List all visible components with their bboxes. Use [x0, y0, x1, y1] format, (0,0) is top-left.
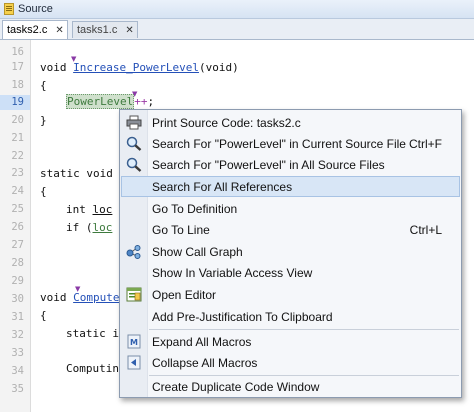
line-number: 29: [11, 275, 24, 287]
menu-item-search-all-files[interactable]: Search For "PowerLevel" in All Source Fi…: [121, 154, 460, 175]
menu-item-label: Search For "PowerLevel" in Current Sourc…: [152, 136, 406, 151]
tab-tasks2[interactable]: tasks2.c ✕: [2, 20, 68, 39]
menu-item-label: Collapse All Macros: [152, 355, 258, 370]
menu-item-label: Show In Variable Access View: [152, 265, 313, 280]
line-number: 23: [11, 167, 24, 179]
collapse-macros-icon: [127, 355, 141, 370]
line-number: 16: [11, 46, 24, 58]
window-title-bar: Source: [0, 0, 474, 19]
menu-item-shortcut: Ctrl+F: [409, 136, 442, 151]
svg-text:M: M: [130, 338, 138, 347]
menu-item-expand-all-macros[interactable]: M Expand All Macros: [121, 331, 460, 352]
window-title: Source: [18, 3, 53, 15]
function-link[interactable]: Increase_PowerLevel: [73, 61, 199, 74]
magnifier-icon: [126, 136, 142, 151]
menu-item-label: Go To Definition: [152, 201, 238, 216]
function-link[interactable]: Compute: [73, 291, 119, 304]
menu-item-shortcut: Ctrl+L: [409, 222, 442, 237]
code-line: void Increase_PowerLevel(void): [40, 61, 239, 74]
line-number: 27: [11, 239, 24, 251]
menu-item-search-current-file[interactable]: Search For "PowerLevel" in Current Sourc…: [121, 133, 460, 154]
tab-tasks1[interactable]: tasks1.c ✕: [72, 21, 138, 38]
menu-item-label: Search For "PowerLevel" in All Source Fi…: [152, 157, 385, 172]
menu-item-label: Open Editor: [152, 287, 217, 302]
tab-bar: tasks2.c ✕ tasks1.c ✕: [0, 19, 474, 40]
code-line: static i: [66, 327, 119, 340]
menu-item-show-call-graph[interactable]: Show Call Graph: [121, 241, 460, 262]
printer-icon: [126, 115, 142, 130]
menu-separator: [149, 329, 459, 330]
menu-item-label: Show Call Graph: [152, 244, 243, 259]
line-number: 34: [11, 365, 24, 377]
line-number: 30: [11, 293, 24, 305]
editor-icon: [126, 287, 142, 302]
code-line: {: [40, 309, 47, 322]
code-line: if (loc: [66, 221, 113, 234]
line-number: 17: [11, 61, 24, 73]
close-icon[interactable]: ✕: [55, 25, 63, 36]
selected-variable[interactable]: PowerLevel: [66, 94, 135, 109]
line-number: 35: [11, 383, 24, 395]
close-icon[interactable]: ✕: [125, 25, 133, 36]
code-line: int loc: [66, 203, 113, 216]
menu-item-add-pre-justification[interactable]: Add Pre-Justification To Clipboard: [121, 306, 460, 327]
line-number: 28: [11, 257, 24, 269]
menu-item-label: Search For All References: [152, 179, 293, 194]
variable-link[interactable]: loc: [93, 221, 113, 234]
code-line: Computin: [66, 362, 119, 375]
call-graph-icon: [126, 245, 141, 259]
menu-item-collapse-all-macros[interactable]: Collapse All Macros: [121, 352, 460, 373]
tab-label: tasks2.c: [7, 24, 48, 36]
line-number: 32: [11, 329, 24, 341]
line-number: 31: [11, 311, 24, 323]
magnifier-icon: [126, 157, 142, 172]
menu-item-open-editor[interactable]: Open Editor: [121, 284, 460, 305]
menu-item-print-source[interactable]: Print Source Code: tasks2.c: [121, 112, 460, 133]
menu-item-search-all-references[interactable]: Search For All References: [121, 176, 460, 197]
menu-item-label: Create Duplicate Code Window: [152, 379, 320, 394]
source-window-icon: [4, 3, 14, 15]
menu-item-label: Print Source Code: tasks2.c: [152, 115, 301, 130]
line-number: 33: [11, 347, 24, 359]
menu-item-go-to-definition[interactable]: Go To Definition: [121, 198, 460, 219]
line-number: 24: [11, 185, 24, 197]
menu-item-go-to-line[interactable]: Go To Line Ctrl+L: [121, 219, 460, 240]
code-line: {: [40, 79, 47, 92]
code-line: }: [40, 114, 47, 127]
line-number: 26: [11, 221, 24, 233]
tab-label: tasks1.c: [77, 24, 118, 36]
line-number: 21: [11, 132, 24, 144]
line-number-gutter: 16 17 18 19 20 21 22 23 24 25 26 27 28 2…: [0, 40, 31, 412]
menu-item-label: Expand All Macros: [152, 334, 252, 349]
menu-item-duplicate-code-window[interactable]: Create Duplicate Code Window: [121, 376, 460, 397]
context-menu: Print Source Code: tasks2.c Search For "…: [119, 109, 462, 398]
line-number: 20: [11, 114, 24, 126]
menu-item-variable-access-view[interactable]: Show In Variable Access View: [121, 262, 460, 283]
code-line: PowerLevel++;: [66, 94, 155, 109]
line-number: 18: [11, 79, 24, 91]
variable-link[interactable]: loc: [93, 203, 113, 216]
code-line: {: [40, 185, 47, 198]
expand-macros-icon: M: [127, 334, 141, 349]
code-line: static void C: [40, 167, 127, 180]
menu-item-label: Go To Line: [152, 222, 210, 237]
code-line: void Compute: [40, 291, 120, 304]
menu-item-label: Add Pre-Justification To Clipboard: [152, 309, 333, 324]
line-number: 25: [11, 203, 24, 215]
current-line-number: 19: [0, 95, 30, 110]
line-number: 22: [11, 150, 24, 162]
